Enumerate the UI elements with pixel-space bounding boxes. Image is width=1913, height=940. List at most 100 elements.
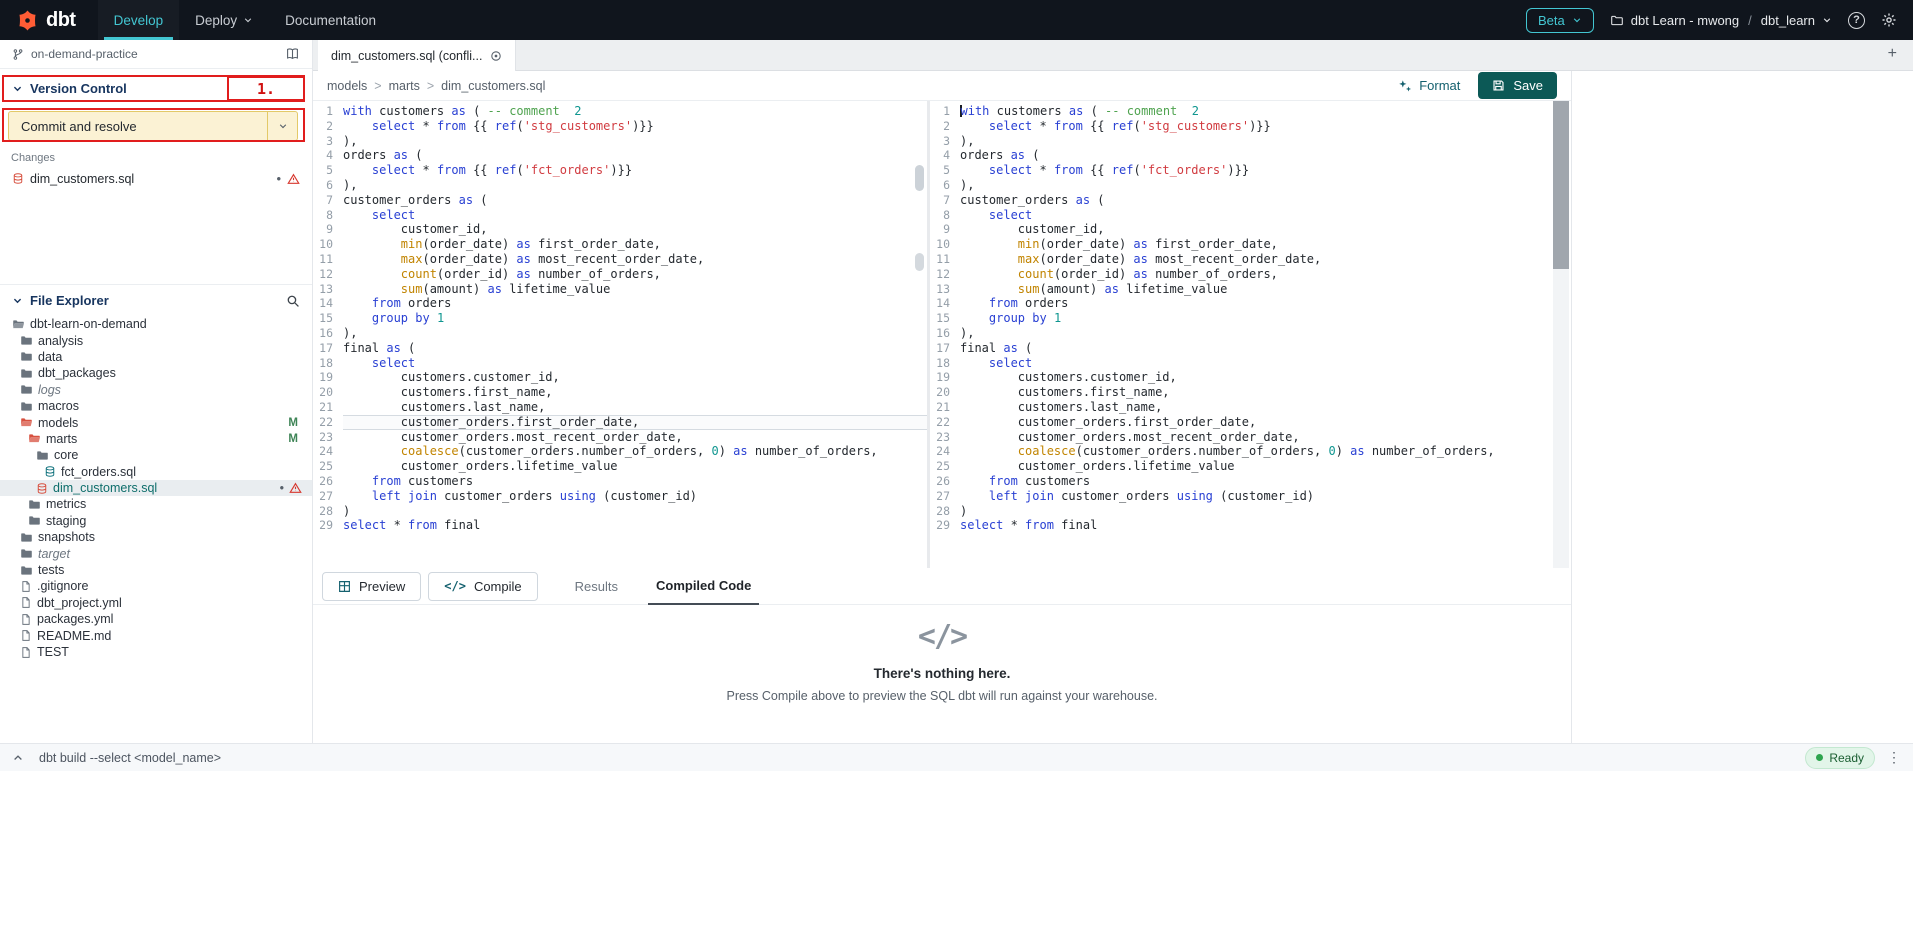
code-line[interactable]: 10 min(order_date) as first_order_date,: [930, 237, 1569, 252]
tree-item-logs[interactable]: logs: [0, 382, 312, 398]
editor-pane-right[interactable]: 1with customers as ( -- comment 22 selec…: [930, 101, 1569, 568]
code-line[interactable]: 8 select: [313, 208, 927, 223]
tree-item-dbt_packages[interactable]: dbt_packages: [0, 365, 312, 381]
version-control-header[interactable]: Version Control: [0, 74, 312, 102]
code-line[interactable]: 29select * from final: [930, 518, 1569, 533]
code-line[interactable]: 3),: [313, 134, 927, 149]
code-line[interactable]: 6),: [930, 178, 1569, 193]
code-line[interactable]: 15 group by 1: [313, 311, 927, 326]
code-line[interactable]: 28): [930, 504, 1569, 519]
breadcrumb-models[interactable]: models: [327, 79, 367, 93]
code-line[interactable]: 7customer_orders as (: [930, 193, 1569, 208]
code-line[interactable]: 18 select: [313, 356, 927, 371]
commit-and-resolve-button[interactable]: Commit and resolve: [8, 111, 298, 141]
code-line[interactable]: 14 from orders: [313, 296, 927, 311]
code-line[interactable]: 24 coalesce(customer_orders.number_of_or…: [313, 444, 927, 459]
code-line[interactable]: 21 customers.last_name,: [313, 400, 927, 415]
preview-button[interactable]: Preview: [322, 572, 421, 601]
docs-book-icon[interactable]: [285, 47, 300, 61]
code-line[interactable]: 19 customers.customer_id,: [930, 370, 1569, 385]
tree-item-data[interactable]: data: [0, 349, 312, 365]
code-line[interactable]: 29select * from final: [313, 518, 927, 533]
file-explorer-header[interactable]: File Explorer: [0, 284, 312, 310]
nav-item-documentation[interactable]: Documentation: [269, 0, 392, 40]
breadcrumb-marts[interactable]: marts: [389, 79, 420, 93]
tab-compiled-code[interactable]: Compiled Code: [648, 568, 759, 605]
new-tab-button[interactable]: +: [1888, 45, 1897, 63]
tree-item-.gitignore[interactable]: .gitignore: [0, 578, 312, 594]
code-line[interactable]: 12 count(order_id) as number_of_orders,: [930, 267, 1569, 282]
breadcrumb-file[interactable]: dim_customers.sql: [441, 79, 545, 93]
code-line[interactable]: 27 left join customer_orders using (cust…: [930, 489, 1569, 504]
code-line[interactable]: 11 max(order_date) as most_recent_order_…: [930, 252, 1569, 267]
code-line[interactable]: 13 sum(amount) as lifetime_value: [930, 282, 1569, 297]
tree-item-target[interactable]: target: [0, 545, 312, 561]
code-line[interactable]: 20 customers.first_name,: [930, 385, 1569, 400]
search-icon[interactable]: [286, 294, 300, 308]
gear-icon[interactable]: [1881, 12, 1897, 28]
editor-tab-dim-customers[interactable]: dim_customers.sql (confli...: [318, 40, 516, 71]
tree-item-tests[interactable]: tests: [0, 562, 312, 578]
changed-file-dim_customers.sql[interactable]: dim_customers.sql•: [0, 169, 312, 188]
code-line[interactable]: 23 customer_orders.most_recent_order_dat…: [313, 430, 927, 445]
code-line[interactable]: 16),: [313, 326, 927, 341]
tab-results[interactable]: Results: [567, 568, 626, 605]
save-button[interactable]: Save: [1478, 72, 1557, 99]
code-line[interactable]: 18 select: [930, 356, 1569, 371]
nav-item-deploy[interactable]: Deploy: [179, 0, 269, 40]
tree-item-dim_customers.sql[interactable]: dim_customers.sql•: [0, 480, 312, 496]
code-line[interactable]: 2 select * from {{ ref('stg_customers')}…: [930, 119, 1569, 134]
code-line[interactable]: 8 select: [930, 208, 1569, 223]
format-button[interactable]: Format: [1398, 78, 1460, 93]
account-project-selector[interactable]: dbt Learn - mwong / dbt_learn: [1610, 13, 1832, 28]
help-icon[interactable]: ?: [1848, 12, 1865, 29]
scrollbar-thumb[interactable]: [1553, 101, 1569, 269]
tree-item-macros[interactable]: macros: [0, 398, 312, 414]
compile-button[interactable]: </> Compile: [428, 572, 537, 601]
editor-pane-left[interactable]: 1with customers as ( -- comment 22 selec…: [313, 101, 930, 568]
code-line[interactable]: 19 customers.customer_id,: [313, 370, 927, 385]
code-line[interactable]: 26 from customers: [930, 474, 1569, 489]
code-line[interactable]: 9 customer_id,: [930, 222, 1569, 237]
code-line[interactable]: 26 from customers: [313, 474, 927, 489]
code-line[interactable]: 15 group by 1: [930, 311, 1569, 326]
code-line[interactable]: 25 customer_orders.lifetime_value: [313, 459, 927, 474]
code-line[interactable]: 17final as (: [930, 341, 1569, 356]
command-input[interactable]: dbt build --select <model_name>: [39, 751, 221, 765]
beta-toggle[interactable]: Beta: [1526, 8, 1594, 33]
tree-item-models[interactable]: modelsM: [0, 414, 312, 430]
tree-item-README.md[interactable]: README.md: [0, 627, 312, 643]
tree-item-analysis[interactable]: analysis: [0, 332, 312, 348]
tree-item-TEST[interactable]: TEST: [0, 644, 312, 660]
tree-item-snapshots[interactable]: snapshots: [0, 529, 312, 545]
commit-dropdown-toggle[interactable]: [267, 112, 297, 140]
code-line[interactable]: 7customer_orders as (: [313, 193, 927, 208]
code-line[interactable]: 1with customers as ( -- comment 2: [930, 104, 1569, 119]
code-line[interactable]: 1with customers as ( -- comment 2: [313, 104, 927, 119]
dbt-logo[interactable]: dbt: [0, 9, 98, 32]
tree-item-dbt-learn-on-demand[interactable]: dbt-learn-on-demand: [0, 316, 312, 332]
code-line[interactable]: 4orders as (: [930, 148, 1569, 163]
code-line[interactable]: 5 select * from {{ ref('fct_orders')}}: [930, 163, 1569, 178]
chevron-up-icon[interactable]: [12, 752, 24, 764]
tree-item-core[interactable]: core: [0, 447, 312, 463]
code-line[interactable]: 4orders as (: [313, 148, 927, 163]
tree-item-packages.yml[interactable]: packages.yml: [0, 611, 312, 627]
code-line[interactable]: 13 sum(amount) as lifetime_value: [313, 282, 927, 297]
tree-item-staging[interactable]: staging: [0, 513, 312, 529]
code-line[interactable]: 14 from orders: [930, 296, 1569, 311]
code-line[interactable]: 6),: [313, 178, 927, 193]
tree-item-dbt_project.yml[interactable]: dbt_project.yml: [0, 595, 312, 611]
code-line[interactable]: 24 coalesce(customer_orders.number_of_or…: [930, 444, 1569, 459]
code-line[interactable]: 3),: [930, 134, 1569, 149]
kebab-menu-icon[interactable]: ⋮: [1887, 749, 1901, 766]
code-line[interactable]: 5 select * from {{ ref('fct_orders')}}: [313, 163, 927, 178]
code-line[interactable]: 27 left join customer_orders using (cust…: [313, 489, 927, 504]
code-line[interactable]: 22 customer_orders.first_order_date,: [930, 415, 1569, 430]
scrollbar-thumb[interactable]: [915, 165, 924, 191]
code-line[interactable]: 11 max(order_date) as most_recent_order_…: [313, 252, 927, 267]
tree-item-marts[interactable]: martsM: [0, 431, 312, 447]
scrollbar-track[interactable]: [1553, 101, 1569, 568]
scrollbar-thumb[interactable]: [915, 253, 924, 271]
git-branch-row[interactable]: on-demand-practice: [0, 40, 312, 69]
